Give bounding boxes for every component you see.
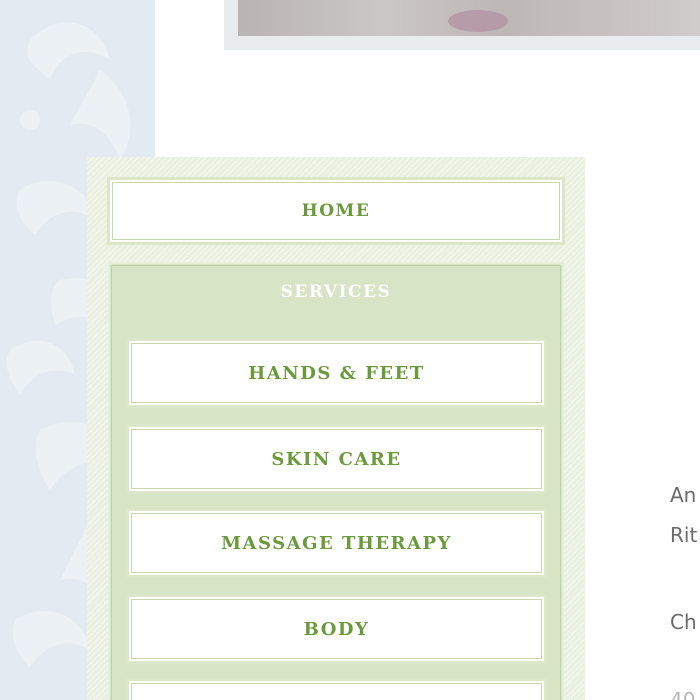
content-text-line: Ch bbox=[670, 610, 697, 634]
content-text-line: 40 bbox=[670, 688, 696, 700]
content-text-line: Rit bbox=[670, 523, 698, 547]
nav-hands-feet-link[interactable]: HANDS & FEET bbox=[126, 338, 547, 408]
hero-photo-detail bbox=[448, 10, 508, 32]
nav-services-link[interactable]: SERVICES bbox=[110, 282, 562, 302]
nav-skin-care-link[interactable]: SKIN CARE bbox=[126, 424, 547, 494]
nav-massage-therapy-link[interactable]: MASSAGE THERAPY bbox=[126, 508, 547, 578]
nav-body-link[interactable]: BODY bbox=[126, 594, 547, 664]
main-navigation: HOME SERVICES HANDS & FEET SKIN CARE MAS… bbox=[87, 157, 585, 700]
hero-image-frame bbox=[224, 0, 700, 50]
hero-photo bbox=[238, 0, 700, 36]
content-text-line: An bbox=[670, 483, 697, 507]
nav-home-link[interactable]: HOME bbox=[107, 177, 565, 245]
page: HOME SERVICES HANDS & FEET SKIN CARE MAS… bbox=[0, 0, 700, 700]
nav-services-group: SERVICES HANDS & FEET SKIN CARE MASSAGE … bbox=[108, 262, 564, 700]
nav-next-link[interactable] bbox=[126, 678, 547, 700]
